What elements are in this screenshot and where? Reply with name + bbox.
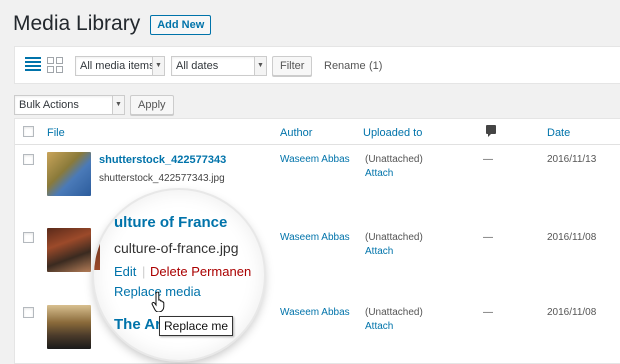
page-header: Media Library Add New xyxy=(13,12,212,36)
column-author[interactable]: Author xyxy=(280,127,312,139)
bulk-actions-select[interactable]: Bulk Actions ▼ xyxy=(14,95,125,115)
upload-date: 2016/11/13 xyxy=(547,154,597,165)
rename-link[interactable]: Rename xyxy=(324,60,366,72)
upload-date: 2016/11/08 xyxy=(547,232,597,243)
author-link[interactable]: Waseem Abbas xyxy=(280,232,350,243)
delete-permanently-link[interactable]: Delete Permanen xyxy=(150,264,251,279)
chevron-down-icon: ▼ xyxy=(152,57,164,75)
author-link[interactable]: Waseem Abbas xyxy=(280,307,350,318)
attach-link[interactable]: Attach xyxy=(365,246,393,257)
upload-date: 2016/11/08 xyxy=(547,307,597,318)
rename-count: (1) xyxy=(369,60,383,72)
thumbnail-image[interactable] xyxy=(47,305,91,349)
comment-icon[interactable] xyxy=(486,125,496,137)
column-date[interactable]: Date xyxy=(547,127,570,139)
table-row: shutterstock_422577343 shutterstock_4225… xyxy=(15,146,620,222)
column-uploaded-to[interactable]: Uploaded to xyxy=(363,127,422,139)
file-title-link[interactable]: The Ar xyxy=(114,316,161,333)
bulk-actions-select-value: Bulk Actions xyxy=(19,99,79,111)
tooltip: Replace me xyxy=(159,316,234,336)
page-title: Media Library xyxy=(13,12,141,35)
file-title-link[interactable]: shutterstock_422577343 xyxy=(99,154,226,166)
date-select-value: All dates xyxy=(176,60,219,72)
uploaded-status: (Unattached) xyxy=(365,154,423,165)
thumbnail-image[interactable] xyxy=(47,152,91,196)
author-link[interactable]: Waseem Abbas xyxy=(280,154,350,165)
table-header: File Author Uploaded to Date xyxy=(15,119,620,145)
file-title-link[interactable]: ulture of France xyxy=(114,214,227,231)
select-all-checkbox[interactable] xyxy=(23,126,34,137)
apply-button[interactable]: Apply xyxy=(130,95,174,115)
chevron-down-icon: ▼ xyxy=(112,96,124,114)
uploaded-status: (Unattached) xyxy=(365,307,423,318)
comment-count: — xyxy=(483,307,493,318)
hand-pointer-icon xyxy=(151,292,165,312)
file-name: shutterstock_422577343.jpg xyxy=(99,173,225,184)
uploaded-status: (Unattached) xyxy=(365,232,423,243)
action-separator: | xyxy=(142,264,146,279)
grid-view-icon[interactable] xyxy=(47,57,63,73)
date-select[interactable]: All dates ▼ xyxy=(171,56,267,76)
media-type-select[interactable]: All media items ▼ xyxy=(75,56,165,76)
thumbnail-image[interactable] xyxy=(47,228,91,272)
comment-count: — xyxy=(483,232,493,243)
row-checkbox[interactable] xyxy=(23,232,34,243)
media-type-select-value: All media items xyxy=(80,60,155,72)
chevron-down-icon: ▼ xyxy=(254,57,266,75)
thumbnail-image xyxy=(94,308,100,348)
list-view-icon[interactable] xyxy=(25,57,41,73)
attach-link[interactable]: Attach xyxy=(365,321,393,332)
filter-button[interactable]: Filter xyxy=(272,56,313,76)
file-name: culture-of-france.jpg xyxy=(114,240,239,256)
comment-count: — xyxy=(483,154,493,165)
edit-link[interactable]: Edit xyxy=(114,264,136,279)
thumbnail-image xyxy=(94,230,100,270)
add-new-button[interactable]: Add New xyxy=(150,15,212,35)
attach-link[interactable]: Attach xyxy=(365,168,393,179)
row-checkbox[interactable] xyxy=(23,307,34,318)
media-toolbar: All media items ▼ All dates ▼ Filter Ren… xyxy=(14,46,620,84)
column-file[interactable]: File xyxy=(47,127,65,139)
row-checkbox[interactable] xyxy=(23,154,34,165)
